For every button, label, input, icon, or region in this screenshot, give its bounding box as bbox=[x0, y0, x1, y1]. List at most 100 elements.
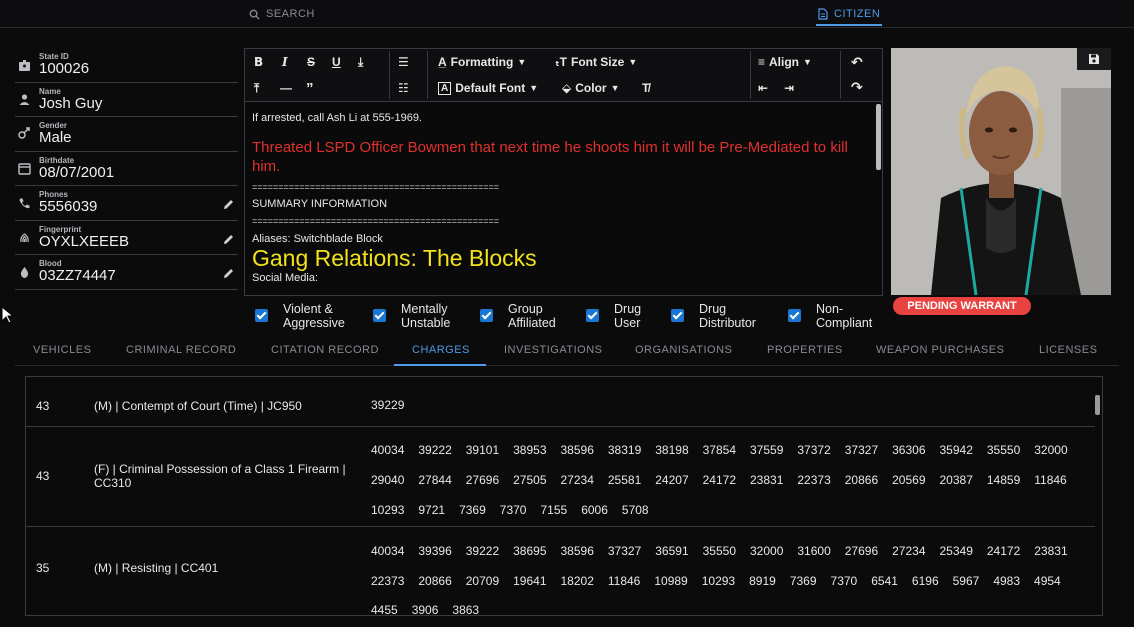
report-id[interactable]: 20866 bbox=[418, 567, 451, 597]
report-id[interactable]: 7370 bbox=[831, 567, 858, 597]
report-id[interactable]: 39222 bbox=[418, 435, 451, 465]
bold-button[interactable]: B bbox=[254, 55, 263, 69]
table-row[interactable]: 43 (M) | Contempt of Court (Time) | JC950… bbox=[26, 387, 1095, 427]
report-id[interactable]: 27844 bbox=[418, 465, 451, 495]
report-id[interactable]: 39222 bbox=[466, 537, 499, 567]
report-id[interactable]: 5967 bbox=[953, 567, 980, 597]
flag-checkbox[interactable]: Drug User bbox=[586, 302, 641, 330]
report-id[interactable]: 18202 bbox=[561, 567, 594, 597]
checkbox-checked-icon[interactable] bbox=[480, 309, 493, 322]
redo-button[interactable]: ↷ bbox=[851, 79, 863, 96]
report-id[interactable]: 23831 bbox=[750, 465, 783, 495]
report-id[interactable]: 24207 bbox=[655, 465, 688, 495]
report-id[interactable]: 38953 bbox=[513, 435, 546, 465]
checkbox-checked-icon[interactable] bbox=[255, 309, 268, 322]
report-id[interactable]: 39229 bbox=[371, 397, 404, 413]
tab-vehicles[interactable]: VEHICLES bbox=[33, 344, 91, 356]
formatting-dropdown[interactable]: A̲ Formatting ▼ bbox=[438, 55, 526, 69]
report-id[interactable]: 7369 bbox=[790, 567, 817, 597]
flag-checkbox[interactable]: Non- Compliant bbox=[788, 302, 872, 330]
report-id[interactable]: 7369 bbox=[459, 495, 486, 525]
flag-checkbox[interactable]: Mentally Unstable bbox=[373, 302, 450, 330]
report-id[interactable]: 4983 bbox=[993, 567, 1020, 597]
numbered-list-button[interactable]: ☷ bbox=[398, 81, 409, 95]
report-id[interactable]: 35550 bbox=[987, 435, 1020, 465]
horizontal-rule-button[interactable]: — bbox=[280, 81, 292, 95]
checkbox-checked-icon[interactable] bbox=[586, 309, 599, 322]
report-id[interactable]: 32000 bbox=[750, 537, 783, 567]
report-id[interactable]: 6006 bbox=[581, 495, 608, 525]
report-id[interactable]: 4455 bbox=[371, 596, 398, 615]
report-id[interactable]: 6196 bbox=[912, 567, 939, 597]
tab-properties[interactable]: PROPERTIES bbox=[767, 344, 843, 356]
tab-investigations[interactable]: INVESTIGATIONS bbox=[504, 344, 602, 356]
strikethrough-button[interactable]: S bbox=[307, 55, 315, 69]
align-dropdown[interactable]: ≡ Align ▼ bbox=[758, 55, 812, 69]
report-id[interactable]: 3863 bbox=[452, 596, 479, 615]
report-id[interactable]: 27505 bbox=[513, 465, 546, 495]
report-id[interactable]: 38596 bbox=[561, 537, 594, 567]
flag-checkbox[interactable]: Drug Distributor bbox=[671, 302, 756, 330]
clear-format-button[interactable]: T̸ bbox=[642, 81, 649, 95]
report-id[interactable]: 27696 bbox=[466, 465, 499, 495]
report-id[interactable]: 14859 bbox=[987, 465, 1020, 495]
pencil-icon[interactable] bbox=[222, 198, 236, 212]
report-id[interactable]: 31600 bbox=[797, 537, 830, 567]
checkbox-checked-icon[interactable] bbox=[788, 309, 801, 322]
pencil-icon[interactable] bbox=[222, 267, 236, 281]
report-id[interactable]: 20387 bbox=[940, 465, 973, 495]
checkbox-checked-icon[interactable] bbox=[671, 309, 684, 322]
report-id[interactable]: 25581 bbox=[608, 465, 641, 495]
report-id[interactable]: 7370 bbox=[500, 495, 527, 525]
report-id[interactable]: 40034 bbox=[371, 435, 404, 465]
tab-weapon-purchases[interactable]: WEAPON PURCHASES bbox=[876, 344, 1004, 356]
report-id[interactable]: 7155 bbox=[540, 495, 567, 525]
report-id[interactable]: 4954 bbox=[1034, 567, 1061, 597]
pencil-icon[interactable] bbox=[222, 233, 236, 247]
report-id[interactable]: 25349 bbox=[940, 537, 973, 567]
report-id[interactable]: 11846 bbox=[1034, 465, 1066, 495]
font-family-dropdown[interactable]: A Default Font ▼ bbox=[438, 81, 538, 95]
report-id[interactable]: 5708 bbox=[622, 495, 649, 525]
report-id[interactable]: 32000 bbox=[1034, 435, 1067, 465]
report-id[interactable]: 27234 bbox=[892, 537, 925, 567]
report-id[interactable]: 38198 bbox=[655, 435, 688, 465]
report-id[interactable]: 11846 bbox=[608, 567, 640, 597]
report-id[interactable]: 39101 bbox=[466, 435, 499, 465]
report-id[interactable]: 37327 bbox=[608, 537, 641, 567]
subscript-button[interactable]: ⤓ bbox=[358, 55, 363, 70]
charges-scrollbar[interactable] bbox=[1095, 395, 1100, 415]
save-photo-button[interactable] bbox=[1077, 48, 1111, 70]
report-id[interactable]: 22373 bbox=[371, 567, 404, 597]
editor-content[interactable]: If arrested, call Ash Li at 555-1969. Th… bbox=[245, 103, 875, 295]
underline-button[interactable]: U bbox=[332, 55, 341, 69]
report-id[interactable]: 10293 bbox=[371, 495, 404, 525]
report-id[interactable]: 36306 bbox=[892, 435, 925, 465]
report-id[interactable]: 20569 bbox=[892, 465, 925, 495]
table-row[interactable]: 35 (M) | Resisting | CC401 40034 39396 39222… bbox=[26, 527, 1095, 615]
report-id[interactable]: 37854 bbox=[703, 435, 736, 465]
flag-checkbox[interactable]: Group Affiliated bbox=[480, 302, 556, 330]
report-id[interactable]: 35942 bbox=[940, 435, 973, 465]
report-id[interactable]: 6541 bbox=[871, 567, 898, 597]
bullet-list-button[interactable]: ☰ bbox=[398, 55, 409, 69]
indent-button[interactable]: ⇥ bbox=[784, 81, 794, 95]
undo-button[interactable]: ↶ bbox=[851, 54, 863, 71]
tab-charges[interactable]: CHARGES bbox=[412, 344, 470, 356]
color-dropdown[interactable]: ⬙ Color ▼ bbox=[562, 81, 620, 95]
report-id[interactable]: 37559 bbox=[750, 435, 783, 465]
report-id[interactable]: 37327 bbox=[845, 435, 878, 465]
checkbox-checked-icon[interactable] bbox=[373, 309, 386, 322]
report-id[interactable]: 20709 bbox=[466, 567, 499, 597]
tab-criminal-record[interactable]: CRIMINAL RECORD bbox=[126, 344, 236, 356]
report-id[interactable]: 10293 bbox=[702, 567, 735, 597]
report-id[interactable]: 38319 bbox=[608, 435, 641, 465]
tab-citation-record[interactable]: CITATION RECORD bbox=[271, 344, 379, 356]
report-id[interactable]: 22373 bbox=[797, 465, 830, 495]
table-row[interactable]: 43 (F) | Criminal Possession of a Class 1… bbox=[26, 427, 1095, 527]
outdent-button[interactable]: ⇤ bbox=[758, 81, 768, 95]
report-id[interactable]: 38596 bbox=[561, 435, 594, 465]
report-id[interactable]: 24172 bbox=[987, 537, 1020, 567]
tab-licenses[interactable]: LICENSES bbox=[1039, 344, 1097, 356]
report-id[interactable]: 24172 bbox=[703, 465, 736, 495]
